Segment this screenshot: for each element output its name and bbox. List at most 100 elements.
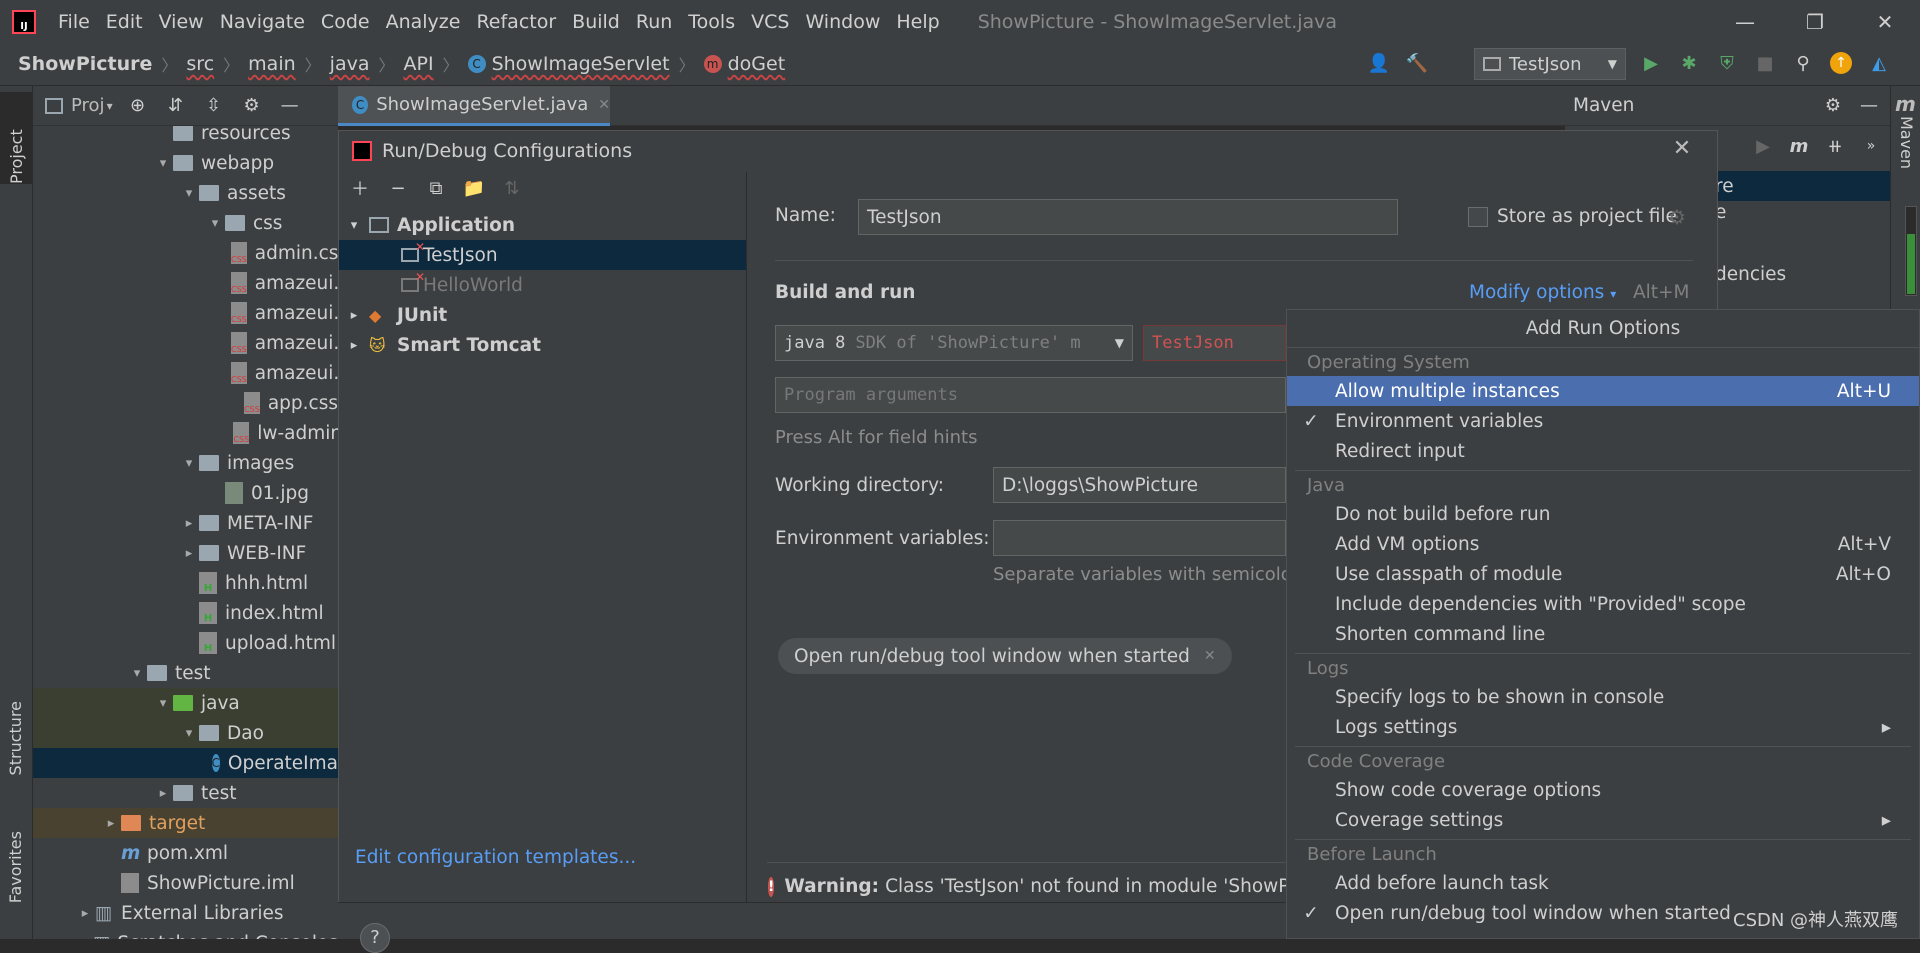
hide-icon[interactable]: —: [1858, 95, 1880, 117]
favorites-tool-button[interactable]: Favorites: [6, 831, 25, 908]
user-icon[interactable]: 👤: [1368, 52, 1390, 74]
tree-item[interactable]: ▸ META-INF: [33, 508, 338, 538]
tree-item[interactable]: Hupload.html: [33, 628, 338, 658]
minimize-button[interactable]: —: [1710, 0, 1780, 43]
popup-option[interactable]: Show code coverage options: [1287, 775, 1919, 805]
tree-item[interactable]: CSS amazeui.: [33, 298, 338, 328]
chevron-down-icon[interactable]: ▾: [179, 726, 199, 741]
menu-tools[interactable]: Tools: [680, 11, 743, 33]
chevron-down-icon[interactable]: ▾: [127, 666, 147, 681]
run-config-select[interactable]: TestJson ▼: [1474, 48, 1626, 80]
skip-tests-icon[interactable]: ⧺: [1824, 135, 1846, 157]
working-directory-field[interactable]: D:\loggs\ShowPicture: [993, 467, 1286, 503]
tree-item[interactable]: m pom.xml: [33, 838, 338, 868]
gear-icon[interactable]: ⚙: [1822, 95, 1844, 117]
sort-icon[interactable]: ⇅: [501, 177, 523, 199]
chevron-down-icon[interactable]: ▾: [179, 456, 199, 471]
search-icon[interactable]: ⚲: [1792, 52, 1814, 74]
close-window-button[interactable]: ✕: [1850, 0, 1920, 43]
tree-item[interactable]: CSS admin.cs: [33, 238, 338, 268]
breadcrumb-project[interactable]: ShowPicture: [18, 53, 152, 75]
more-icon[interactable]: »: [1860, 135, 1882, 157]
tree-item[interactable]: Hhhh.html: [33, 568, 338, 598]
store-as-project-checkbox[interactable]: [1468, 207, 1488, 227]
popup-option[interactable]: Shorten command line: [1287, 619, 1919, 649]
tree-item[interactable]: ▸ ▥ External Libraries: [33, 898, 338, 928]
menu-edit[interactable]: Edit: [98, 11, 151, 33]
sdk-select[interactable]: java 8 SDK of 'ShowPicture' m ▼: [775, 325, 1133, 361]
menu-run[interactable]: Run: [628, 11, 680, 33]
tree-item[interactable]: ▸ WEB-INF: [33, 538, 338, 568]
remove-icon[interactable]: −: [387, 177, 409, 199]
tree-item[interactable]: ▥ Scratches and Consoles: [33, 928, 338, 940]
breadcrumb-java[interactable]: java: [330, 53, 370, 75]
popup-option[interactable]: Allow multiple instances Alt+U: [1287, 376, 1919, 406]
structure-tool-button[interactable]: Structure: [6, 701, 25, 780]
popup-option[interactable]: Specify logs to be shown in console: [1287, 682, 1919, 712]
chevron-right-icon[interactable]: ▸: [179, 516, 199, 531]
popup-option[interactable]: Redirect input: [1287, 436, 1919, 466]
tree-item[interactable]: ▸ test: [33, 778, 338, 808]
popup-option[interactable]: Coverage settings ▸: [1287, 805, 1919, 835]
menu-view[interactable]: View: [151, 11, 212, 33]
maven-icon[interactable]: m: [1891, 86, 1920, 116]
tree-item-junit[interactable]: ▸ ◆ JUnit: [339, 300, 746, 330]
jetbrains-icon[interactable]: ◭: [1868, 52, 1890, 74]
dialog-close-button[interactable]: ✕: [1668, 136, 1696, 164]
menu-build[interactable]: Build: [564, 11, 628, 33]
project-panel-title[interactable]: Proj: [71, 95, 105, 116]
breadcrumb-api[interactable]: API: [404, 53, 434, 75]
editor-tab[interactable]: C ShowImageServlet.java ✕: [338, 86, 610, 126]
menu-analyze[interactable]: Analyze: [378, 11, 469, 33]
chevron-right-icon[interactable]: ▸: [179, 546, 199, 561]
tree-item-helloworld[interactable]: ✕ HelloWorld: [339, 270, 746, 300]
chevron-right-icon[interactable]: ▸: [153, 786, 173, 801]
locate-icon[interactable]: ⊕: [127, 95, 149, 117]
update-icon[interactable]: ↑: [1830, 52, 1852, 74]
program-arguments-field[interactable]: Program arguments: [775, 377, 1286, 413]
tree-item-smart-tomcat[interactable]: ▸ 🐱 Smart Tomcat: [339, 330, 746, 360]
modify-options-link[interactable]: Modify options ▾: [1469, 282, 1616, 303]
collapse-all-icon[interactable]: ⇳: [203, 95, 225, 117]
chevron-right-icon[interactable]: ▸: [339, 308, 369, 323]
popup-option[interactable]: Add VM options Alt+V: [1287, 529, 1919, 559]
tree-item[interactable]: CSS lw-admir: [33, 418, 338, 448]
maven-item[interactable]: dencies: [1715, 264, 1786, 285]
tree-item[interactable]: ▾ assets: [33, 178, 338, 208]
chevron-down-icon[interactable]: ▾: [153, 156, 173, 171]
tree-item[interactable]: ▾ Dao: [33, 718, 338, 748]
close-icon[interactable]: ✕: [598, 97, 610, 113]
tree-item-testjson[interactable]: ✕ TestJson: [339, 240, 746, 270]
tree-item[interactable]: CSS amazeui.: [33, 358, 338, 388]
close-icon[interactable]: ✕: [1204, 648, 1216, 664]
copy-icon[interactable]: ⧉: [425, 177, 447, 199]
menu-navigate[interactable]: Navigate: [212, 11, 313, 33]
tree-item[interactable]: CSS amazeui.: [33, 328, 338, 358]
gear-icon[interactable]: ⚙: [241, 95, 263, 117]
menu-window[interactable]: Window: [797, 11, 888, 33]
restore-button[interactable]: ❐: [1780, 0, 1850, 43]
coverage-icon[interactable]: ⛨: [1716, 52, 1738, 74]
hide-icon[interactable]: —: [279, 95, 301, 117]
main-class-field[interactable]: TestJson: [1143, 325, 1286, 361]
tree-item[interactable]: ▾ webapp: [33, 148, 338, 178]
tree-item[interactable]: 01.jpg: [33, 478, 338, 508]
popup-option[interactable]: Do not build before run: [1287, 499, 1919, 529]
chevron-right-icon[interactable]: ▸: [101, 816, 121, 831]
tree-item[interactable]: ▾ images: [33, 448, 338, 478]
tree-item[interactable]: ▾ css: [33, 208, 338, 238]
chevron-right-icon[interactable]: ▸: [339, 338, 369, 353]
chevron-right-icon[interactable]: ▸: [75, 906, 95, 921]
gear-icon[interactable]: ⚙: [1668, 205, 1686, 229]
breadcrumb-method[interactable]: doGet: [728, 53, 786, 75]
menu-file[interactable]: File: [50, 11, 98, 33]
menu-refactor[interactable]: Refactor: [468, 11, 564, 33]
run-icon[interactable]: ▶: [1640, 52, 1662, 74]
menu-code[interactable]: Code: [313, 11, 378, 33]
popup-option[interactable]: Use classpath of module Alt+O: [1287, 559, 1919, 589]
breadcrumb-main[interactable]: main: [248, 53, 295, 75]
menu-vcs[interactable]: VCS: [743, 11, 797, 33]
add-icon[interactable]: ＋: [349, 177, 371, 200]
edit-templates-link[interactable]: Edit configuration templates...: [355, 847, 636, 868]
tree-item[interactable]: CSS app.css: [33, 388, 338, 418]
